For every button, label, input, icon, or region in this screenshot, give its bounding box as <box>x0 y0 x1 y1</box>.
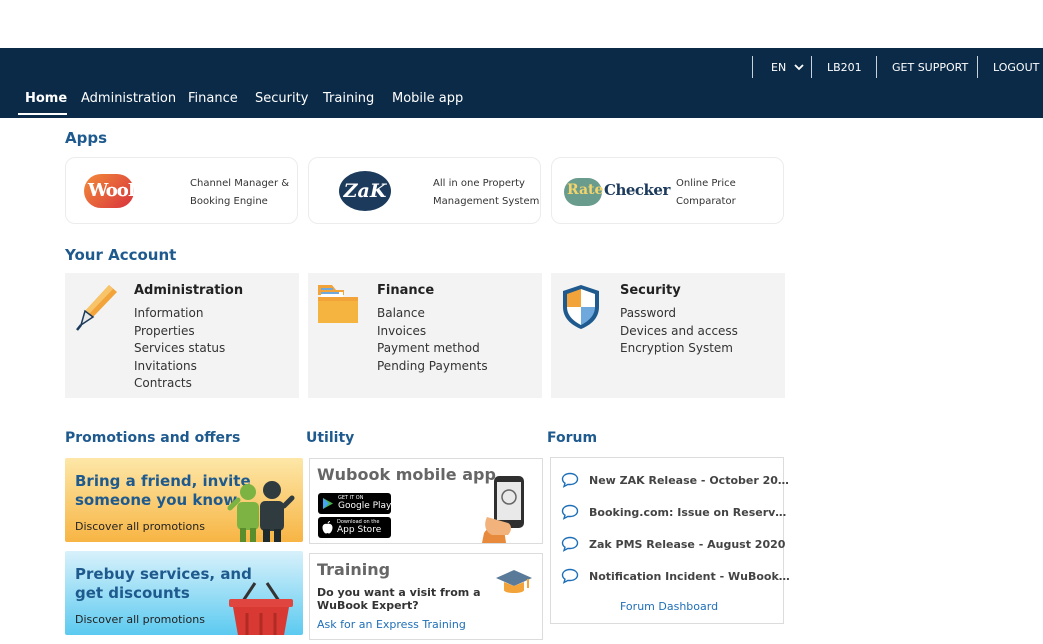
get-support-link[interactable]: GET SUPPORT <box>892 56 968 78</box>
express-training-link[interactable]: Ask for an Express Training <box>317 618 466 631</box>
card-links: Balance Invoices Payment method Pending … <box>377 305 488 375</box>
nav-home[interactable]: Home <box>25 91 67 106</box>
forum-section-title: Forum <box>547 430 598 446</box>
apps-section-title: Apps <box>65 129 108 147</box>
link-balance[interactable]: Balance <box>377 305 488 323</box>
friends-illustration-icon <box>227 481 295 542</box>
top-navigation-bar: EN LB201 GET SUPPORT LOGOUT Home Adminis… <box>0 48 1043 118</box>
zak-logo: ZaK <box>339 171 391 211</box>
nav-administration[interactable]: Administration <box>81 91 176 106</box>
promo-prebuy-services[interactable]: Prebuy services, and get discounts Disco… <box>65 551 303 635</box>
link-encryption-system[interactable]: Encryption System <box>620 340 738 358</box>
divider <box>977 56 978 78</box>
chat-bubble-icon <box>561 568 579 584</box>
mobile-app-card: Wubook mobile app GET IT ON Google Play … <box>309 458 543 544</box>
training-card: Training Do you want a visit from a WuBo… <box>309 553 543 640</box>
link-contracts[interactable]: Contracts <box>134 375 225 393</box>
active-tab-indicator <box>18 113 67 115</box>
folder-icon <box>318 285 358 323</box>
google-play-badge[interactable]: GET IT ON Google Play <box>318 493 391 514</box>
forum-topic[interactable]: Booking.com: Issue on Reserv… <box>561 502 786 522</box>
nav-finance[interactable]: Finance <box>188 91 238 106</box>
language-label: EN <box>771 60 787 74</box>
rate-checker-logo: Rate Checker <box>564 178 670 206</box>
link-invitations[interactable]: Invitations <box>134 358 225 376</box>
training-description: Do you want a visit from a WuBook Expert… <box>317 586 481 612</box>
link-payment-method[interactable]: Payment method <box>377 340 488 358</box>
woodoo-logo-text: WooDoo <box>88 180 165 201</box>
account-card-finance: Finance Balance Invoices Payment method … <box>308 273 542 398</box>
chat-bubble-icon <box>561 536 579 552</box>
account-menu[interactable]: LB201 <box>827 56 862 78</box>
app-description: Channel Manager & Booking Engine <box>190 178 290 207</box>
zak-logo-text: ZaK <box>343 180 387 202</box>
shield-icon <box>563 285 599 329</box>
nav-mobile-app[interactable]: Mobile app <box>392 91 463 106</box>
forum-topic[interactable]: Zak PMS Release - August 2020 <box>561 534 785 554</box>
training-title: Training <box>317 560 391 579</box>
link-password[interactable]: Password <box>620 305 738 323</box>
link-invoices[interactable]: Invoices <box>377 323 488 341</box>
account-section-title: Your Account <box>65 246 177 264</box>
card-title: Administration <box>134 283 244 298</box>
account-card-security: Security Password Devices and access Enc… <box>551 273 785 398</box>
utility-section-title: Utility <box>306 430 355 446</box>
chevron-down-icon <box>794 64 804 71</box>
divider <box>752 56 753 78</box>
logout-link[interactable]: LOGOUT <box>993 56 1039 78</box>
account-card-administration: Administration Information Properties Se… <box>65 273 299 398</box>
forum-topic[interactable]: New ZAK Release - October 20… <box>561 470 789 490</box>
woodoo-logo: WooDoo <box>84 174 165 208</box>
promo-bring-a-friend[interactable]: Bring a friend, invite someone you know … <box>65 458 303 542</box>
shopping-basket-icon <box>229 582 293 635</box>
chat-bubble-icon <box>561 504 579 520</box>
pen-icon <box>76 285 117 331</box>
link-devices-and-access[interactable]: Devices and access <box>620 323 738 341</box>
link-properties[interactable]: Properties <box>134 323 225 341</box>
app-card-woodoo[interactable]: WooDoo Channel Manager & Booking Engine <box>65 157 298 224</box>
account-id: LB201 <box>827 60 862 74</box>
discover-promotions-link[interactable]: Discover all promotions <box>75 520 205 533</box>
divider <box>811 56 812 78</box>
chat-bubble-icon <box>561 472 579 488</box>
language-selector[interactable]: EN <box>771 56 805 78</box>
card-title: Security <box>620 283 681 298</box>
google-play-icon <box>323 498 333 509</box>
link-pending-payments[interactable]: Pending Payments <box>377 358 488 376</box>
app-description: All in one Property Management System <box>433 178 540 207</box>
link-information[interactable]: Information <box>134 305 225 323</box>
nav-security[interactable]: Security <box>255 91 308 106</box>
discover-promotions-link[interactable]: Discover all promotions <box>75 613 205 626</box>
link-services-status[interactable]: Services status <box>134 340 225 358</box>
smartphone-in-hand-icon <box>482 476 524 543</box>
card-title: Finance <box>377 283 435 298</box>
logout-label: LOGOUT <box>993 60 1040 74</box>
app-card-rate-checker[interactable]: Rate Checker Online Price Comparator <box>551 157 784 224</box>
forum-dashboard-link[interactable]: Forum Dashboard <box>620 600 718 613</box>
card-links: Password Devices and access Encryption S… <box>620 305 738 358</box>
divider <box>876 56 877 78</box>
forum-card: New ZAK Release - October 20… Booking.co… <box>550 457 790 624</box>
app-card-zak[interactable]: ZaK All in one Property Management Syste… <box>308 157 541 224</box>
card-links: Information Properties Services status I… <box>134 305 225 393</box>
mobile-app-title: Wubook mobile app <box>317 465 496 484</box>
app-store-badge[interactable]: Download on the App Store <box>318 517 391 538</box>
app-description: Online Price Comparator <box>676 178 736 207</box>
promotions-section-title: Promotions and offers <box>65 430 241 446</box>
nav-training[interactable]: Training <box>323 91 374 106</box>
graduation-cap-icon <box>496 570 532 593</box>
get-support-label: GET SUPPORT <box>892 60 969 74</box>
apple-icon <box>322 521 333 534</box>
forum-topic[interactable]: Notification Incident - WuBook… <box>561 566 790 586</box>
